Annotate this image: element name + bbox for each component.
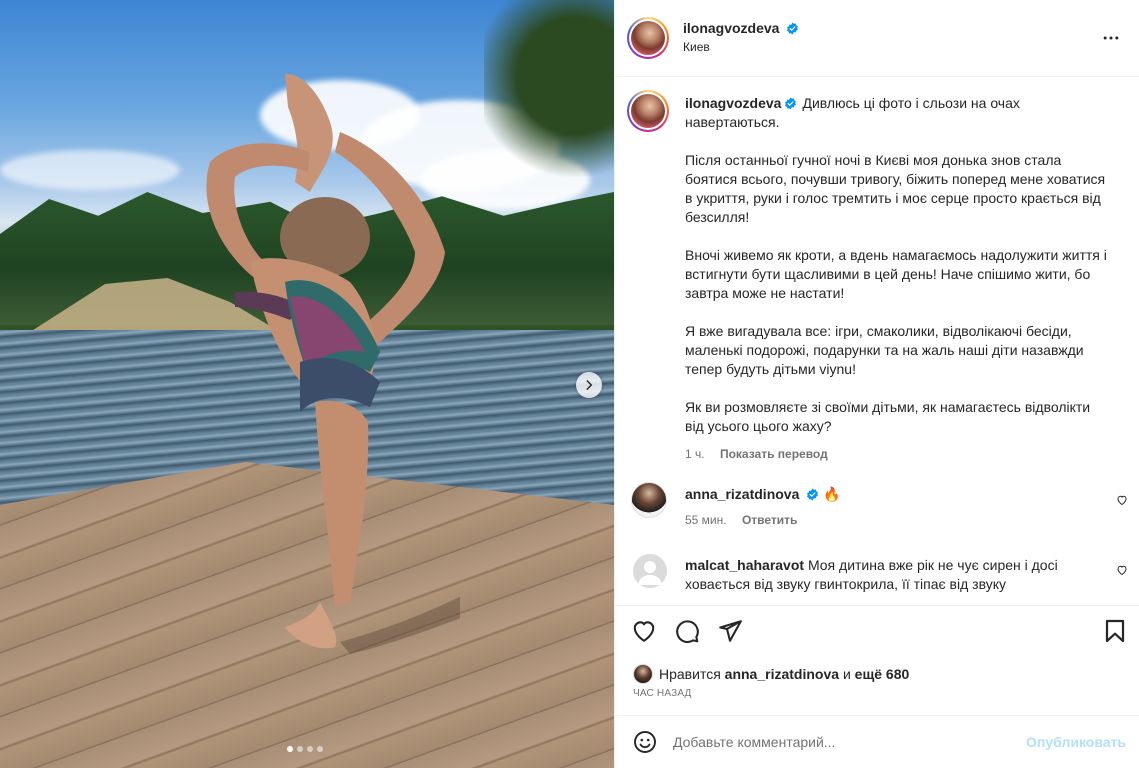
cloud [0, 150, 180, 190]
comment-icon[interactable] [674, 618, 700, 644]
carousel-dot [287, 746, 293, 752]
heart-icon[interactable] [631, 618, 657, 644]
comment-input[interactable] [673, 729, 1013, 755]
carousel-dot [317, 746, 323, 752]
share-icon[interactable] [717, 618, 743, 644]
add-comment-bar: Опубликовать [615, 715, 1139, 768]
carousel-dots [287, 746, 323, 752]
comments-area[interactable]: ilonagvozdeva Дивлюсь ці фото і сльози н… [615, 78, 1139, 604]
comment-text: 🔥 [823, 486, 841, 502]
carousel-next-button[interactable] [576, 372, 602, 398]
chevron-right-icon [586, 380, 593, 390]
author-username[interactable]: ilonagvozdeva [683, 20, 779, 36]
bookmark-icon[interactable] [1103, 618, 1127, 644]
caption-meta: 1 ч. Показать перевод [685, 445, 1110, 464]
like-comment-heart-icon[interactable] [1116, 494, 1128, 506]
comment-body: malcat_haharavot Моя дитина вже рік не ч… [685, 556, 1085, 594]
emoji-icon[interactable] [633, 730, 657, 754]
post-actions: Нравится anna_rizatdinova и ещё 680 ЧАС … [615, 605, 1139, 715]
post-caption: ilonagvozdeva Дивлюсь ці фото і сльози н… [685, 94, 1110, 464]
comment-avatar[interactable] [633, 554, 667, 588]
comment-avatar[interactable] [631, 482, 667, 518]
comment-username[interactable]: malcat_haharavot [685, 557, 804, 573]
comment-time[interactable]: 55 мин. [685, 513, 727, 527]
tree-top-right [484, 0, 614, 190]
post-header: ilonagvozdeva Киев [615, 0, 1139, 77]
post-time[interactable]: ЧАС НАЗАД [633, 688, 692, 699]
default-avatar-icon [638, 561, 662, 585]
liker-avatar[interactable] [633, 664, 653, 684]
verified-icon [787, 22, 799, 35]
show-translation-button[interactable]: Показать перевод [720, 447, 828, 461]
caption-paragraph: Як ви розмовляєте зі своїми дітьми, як н… [685, 399, 1091, 434]
reply-button[interactable]: Ответить [742, 513, 797, 527]
author-info: ilonagvozdeva Киев [683, 20, 799, 54]
post-photo[interactable] [0, 0, 614, 768]
more-icon[interactable] [1101, 28, 1121, 48]
author-avatar[interactable] [627, 17, 669, 59]
carousel-dot [297, 746, 303, 752]
caption-author-username[interactable]: ilonagvozdeva [685, 95, 781, 111]
comment-body: anna_rizatdinova 🔥 55 мин. Ответить [685, 486, 841, 527]
caption-paragraph: Вночі живемо як кроти, а вдень намагаємо… [685, 247, 1107, 301]
comment-meta: 55 мин. Ответить [685, 513, 841, 527]
carousel-dot [307, 746, 313, 752]
publish-button[interactable]: Опубликовать [1026, 734, 1126, 750]
caption-paragraph: Я вже вигадувала все: ігри, смаколики, в… [685, 323, 1084, 377]
liker-username[interactable]: anna_rizatdinova [725, 666, 839, 682]
likes-summary[interactable]: Нравится anna_rizatdinova и ещё 680 [633, 664, 909, 684]
caption-time[interactable]: 1 ч. [685, 447, 705, 461]
caption-author-avatar[interactable] [627, 90, 669, 132]
verified-icon [807, 488, 819, 501]
comment-item: anna_rizatdinova 🔥 55 мин. Ответить [615, 476, 1139, 536]
girl-figure [206, 73, 460, 654]
likes-prefix: Нравится [659, 666, 721, 682]
post-details-panel: ilonagvozdeva Киев ilonagvozdeva Дивлюсь… [614, 0, 1139, 768]
like-comment-heart-icon[interactable] [1116, 564, 1128, 576]
comment-item: malcat_haharavot Моя дитина вже рік не ч… [615, 550, 1139, 604]
caption-paragraph: Після останньої гучної ночі в Києві моя … [685, 152, 1106, 225]
likes-count[interactable]: ещё 680 [855, 666, 910, 682]
likes-conjunction: и [842, 666, 851, 682]
verified-icon [785, 97, 797, 110]
comment-username[interactable]: anna_rizatdinova [685, 486, 799, 502]
post-location[interactable]: Киев [683, 40, 799, 54]
